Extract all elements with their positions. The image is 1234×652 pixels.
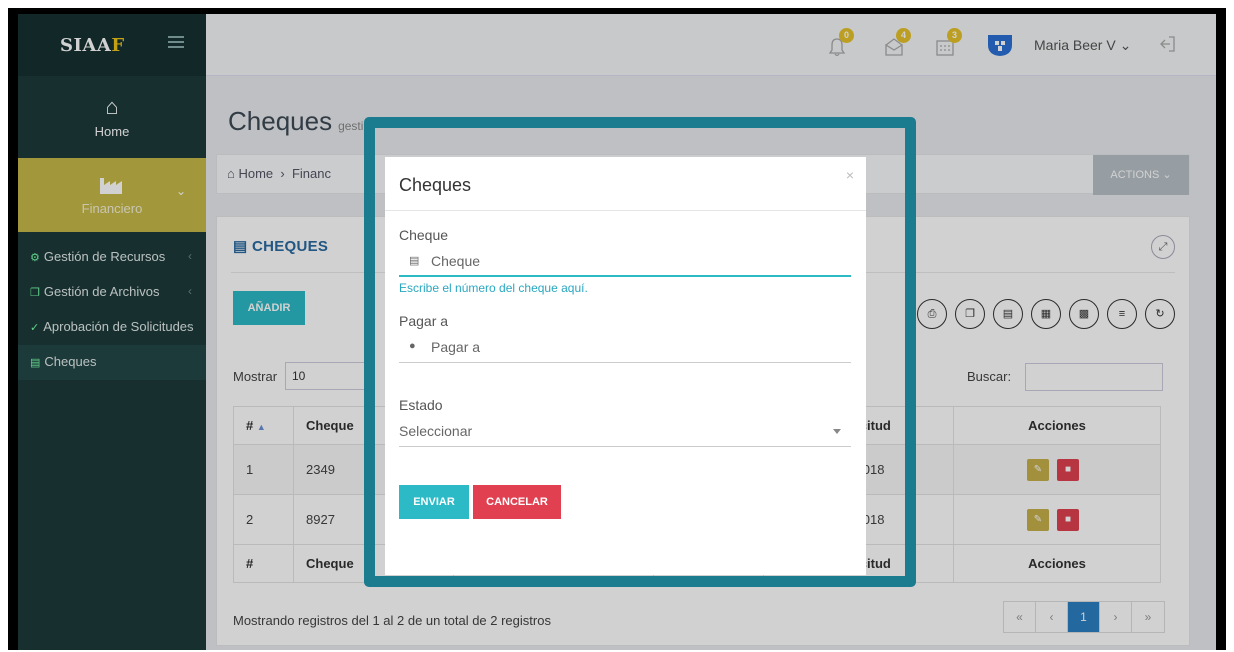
send-button[interactable]: ENVIAR — [399, 485, 469, 519]
cheque-placeholder: Cheque — [431, 253, 481, 269]
modal-title: Cheques — [399, 175, 472, 195]
estado-value: Seleccionar — [399, 423, 473, 439]
pagar-input[interactable]: ● Pagar a — [399, 333, 851, 363]
cancel-button[interactable]: CANCELAR — [473, 485, 561, 519]
caret-down-icon — [833, 429, 841, 434]
app-window: SIAAF ⌂ Home Financiero ⌄ ⚙ Gestión de Re… — [18, 14, 1216, 650]
cheques-modal: Cheques × Cheque ▤ Cheque Escribe el núm… — [385, 157, 866, 575]
divider — [385, 210, 866, 211]
screenshot-frame: SIAAF ⌂ Home Financiero ⌄ ⚙ Gestión de Re… — [8, 8, 1226, 650]
cheque-input[interactable]: ▤ Cheque — [399, 247, 851, 277]
cheque-hint: Escribe el número del cheque aquí. — [399, 281, 588, 295]
close-icon[interactable]: × — [846, 167, 854, 183]
money-icon: ▤ — [409, 255, 420, 267]
pagar-label: Pagar a — [399, 313, 449, 329]
estado-select[interactable]: Seleccionar — [399, 417, 851, 447]
pagar-placeholder: Pagar a — [431, 339, 481, 355]
cheque-label: Cheque — [399, 227, 449, 243]
estado-label: Estado — [399, 397, 443, 413]
user-icon: ● — [409, 340, 416, 352]
